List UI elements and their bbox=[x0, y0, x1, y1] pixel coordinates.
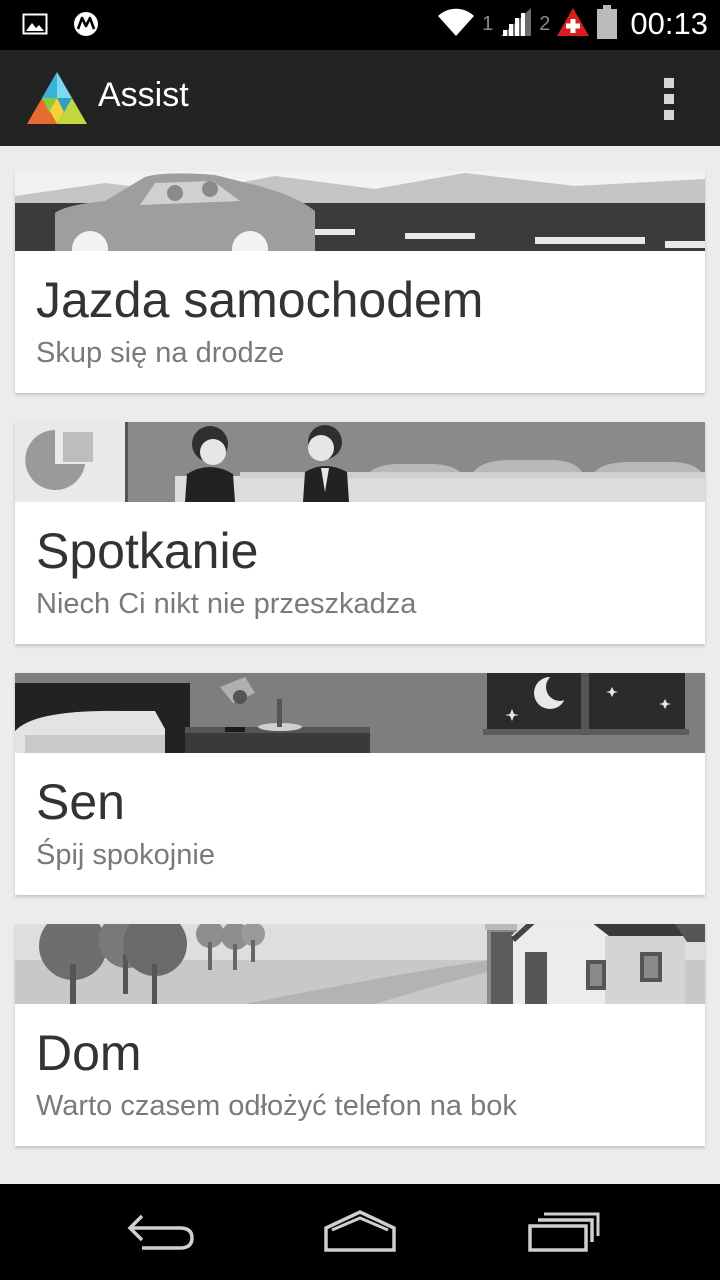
signal-icon bbox=[499, 6, 533, 42]
sim-1-label: 1 bbox=[482, 12, 494, 35]
card-subtitle: Śpij spokojnie bbox=[36, 839, 215, 871]
assist-logo-icon[interactable] bbox=[26, 70, 88, 126]
mode-card-list: Jazda samochodem Skup się na drodze Spot… bbox=[0, 146, 720, 1184]
gallery-icon bbox=[22, 11, 48, 41]
card-driving[interactable]: Jazda samochodem Skup się na drodze bbox=[15, 171, 705, 393]
status-bar: 1 2 00:13 bbox=[0, 0, 720, 50]
sleep-illustration bbox=[15, 673, 705, 753]
meeting-illustration bbox=[15, 422, 705, 502]
sim-2-label: 2 bbox=[539, 12, 551, 35]
card-subtitle: Niech Ci nikt nie przeszkadza bbox=[36, 588, 417, 620]
recent-apps-icon[interactable] bbox=[524, 1208, 604, 1256]
card-title: Sen bbox=[36, 774, 125, 830]
card-title: Spotkanie bbox=[36, 523, 259, 579]
overflow-menu-icon[interactable] bbox=[662, 78, 676, 120]
driving-illustration bbox=[15, 171, 705, 251]
clock: 00:13 bbox=[630, 6, 708, 41]
card-sleep[interactable]: Sen Śpij spokojnie bbox=[15, 673, 705, 895]
home-icon[interactable] bbox=[320, 1208, 400, 1256]
card-title: Jazda samochodem bbox=[36, 272, 484, 328]
card-home[interactable]: Dom Warto czasem odłożyć telefon na bok bbox=[15, 924, 705, 1146]
card-subtitle: Skup się na drodze bbox=[36, 337, 285, 369]
battery-icon bbox=[596, 4, 618, 44]
swiss-carrier-icon bbox=[556, 7, 590, 41]
card-meeting[interactable]: Spotkanie Niech Ci nikt nie przeszkadza bbox=[15, 422, 705, 644]
motorola-icon bbox=[72, 10, 100, 42]
back-icon[interactable] bbox=[120, 1208, 200, 1256]
card-title: Dom bbox=[36, 1025, 142, 1081]
wifi-icon bbox=[436, 6, 476, 42]
navigation-bar bbox=[0, 1184, 720, 1280]
card-subtitle: Warto czasem odłożyć telefon na bok bbox=[36, 1090, 517, 1122]
home-illustration bbox=[15, 924, 705, 1004]
app-title: Assist bbox=[98, 76, 189, 114]
action-bar: Assist bbox=[0, 50, 720, 146]
